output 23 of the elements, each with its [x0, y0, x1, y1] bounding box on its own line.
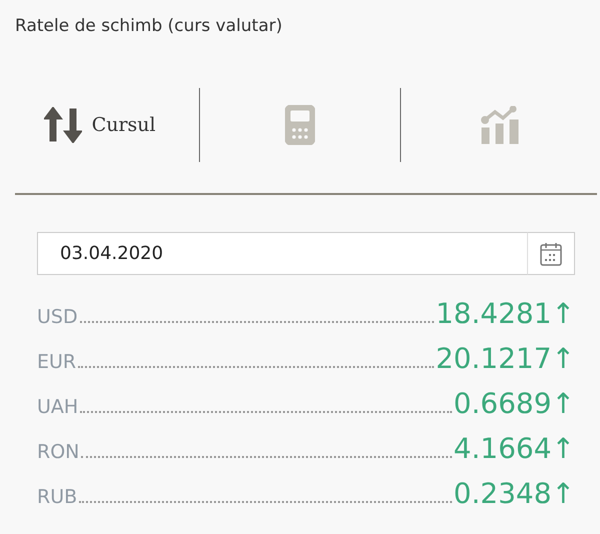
trend-arrow: ↑ [552, 387, 575, 420]
calendar-icon [540, 242, 562, 266]
currency-code: UAH [37, 396, 78, 418]
trend-arrow: ↑ [552, 342, 575, 375]
page-title: Ratele de schimb (curs valutar) [14, 15, 284, 38]
trend-arrow: ↑ [552, 297, 575, 330]
up-down-arrows-icon [44, 107, 82, 143]
trend-arrow: ↑ [552, 477, 575, 510]
rate-value: 0.2348 [454, 477, 552, 510]
calculator-icon [284, 105, 315, 145]
currency-code: USD [37, 306, 78, 328]
rate-value: 18.4281 [436, 297, 552, 330]
currency-code: RON [37, 441, 80, 463]
date-field[interactable]: 03.04.2020 [37, 232, 528, 275]
rate-value: 0.6689 [454, 387, 552, 420]
tab[interactable]: Cursul [0, 88, 200, 162]
calendar-button[interactable] [528, 232, 575, 275]
rate-value: 20.1217 [436, 342, 552, 375]
currency-code: EUR [37, 351, 76, 373]
currency-code: RUB [37, 486, 78, 508]
trend-arrow: ↑ [552, 432, 575, 465]
bar-chart-icon [481, 106, 520, 144]
rate-value: 4.1664 [454, 432, 552, 465]
